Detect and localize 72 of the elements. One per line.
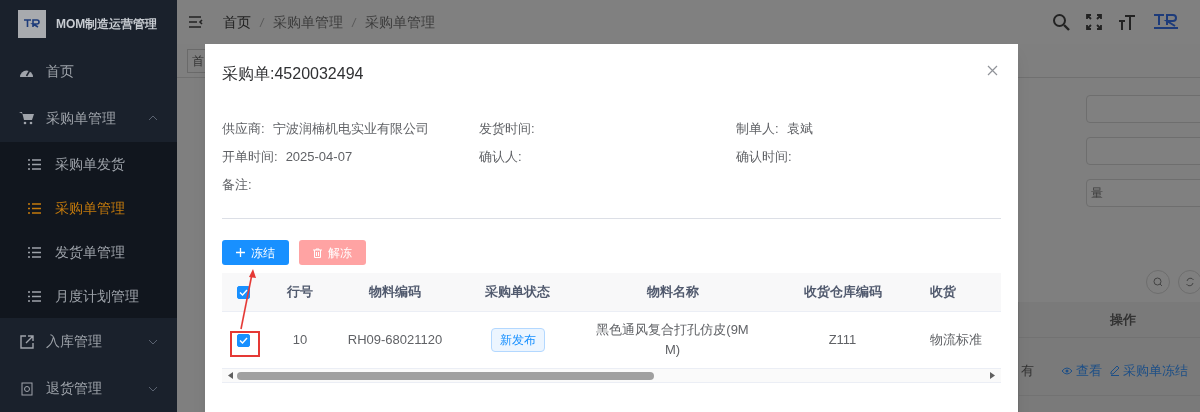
column-header: 采购单状态 [485, 284, 550, 300]
pencil-icon [1110, 365, 1120, 376]
list-icon [28, 290, 41, 302]
column-header: 操作 [1110, 311, 1136, 329]
field-label: 供应商: [222, 119, 265, 138]
annotation-highlight [230, 331, 260, 357]
breadcrumb-separator-icon [259, 16, 265, 28]
right-arrow-icon[interactable] [990, 372, 995, 379]
scrollbar-thumb[interactable] [237, 371, 654, 380]
table-cell-text: 10 [292, 331, 308, 350]
column-header: 收货仓库编码 [803, 284, 882, 300]
field-value: 宁波润楠机电实业有限公司 [272, 119, 429, 138]
field-value: 袁斌 [786, 119, 813, 138]
select-placeholder: 量 [1091, 185, 1103, 202]
annotation-arrow [239, 268, 257, 330]
sidebar-item[interactable]: 入库管理 [0, 318, 177, 365]
fullscreen-icon[interactable] [1086, 14, 1102, 30]
select-field[interactable]: 量 [1086, 179, 1200, 207]
column-header: 物料名称 [646, 284, 699, 300]
external-link-icon [19, 334, 34, 349]
table-cell-text: Z111 [828, 331, 857, 350]
search-icon[interactable] [1052, 13, 1070, 31]
table-cell-text: 黑色通风复合打孔仿皮(9MM) [595, 321, 750, 359]
list-icon [28, 158, 41, 170]
freeze-button[interactable]: 冻结 [222, 240, 289, 265]
column-header: 行号 [287, 284, 313, 300]
logo-mark-icon [23, 19, 41, 29]
chevron-down-icon [148, 385, 158, 392]
column-header: 物料编码 [369, 284, 421, 300]
user-avatar-logo[interactable] [1152, 13, 1180, 31]
cart-icon [19, 111, 34, 126]
status-tag: 新发布 [490, 328, 545, 352]
eye-icon [1061, 366, 1073, 375]
chevron-up-icon [148, 115, 158, 122]
app-title: MOM制造运营管理 [56, 16, 158, 33]
trash-icon [313, 247, 322, 258]
submenu-item[interactable]: 采购单管理 [0, 186, 177, 230]
submenu-item[interactable]: 月度计划管理 [0, 274, 177, 318]
table-cell-text: 物流标准 [930, 331, 982, 350]
close-icon[interactable] [987, 65, 998, 76]
chevron-down-icon [148, 338, 158, 345]
breadcrumb-link[interactable]: 采购单管理 [365, 11, 435, 33]
refresh-icon [1185, 277, 1195, 287]
field-label: 确认人: [479, 147, 522, 166]
breadcrumb-link[interactable]: 采购单管理 [273, 11, 343, 33]
submenu-item[interactable]: 发货单管理 [0, 230, 177, 274]
sidebar-item[interactable]: 首页 [0, 47, 177, 95]
menu-fold-icon[interactable] [189, 16, 203, 28]
field-label: 确认时间: [736, 147, 792, 166]
breadcrumb-separator-icon [351, 16, 357, 28]
checkbox[interactable] [237, 333, 250, 347]
plus-icon [236, 248, 245, 257]
table-cell-text: RH09-68021120 [347, 331, 443, 350]
field-value: 2025-04-07 [285, 147, 353, 166]
field-label: 发货时间: [479, 119, 535, 138]
breadcrumb-link[interactable]: 首页 [223, 11, 251, 33]
horizontal-scrollbar[interactable] [222, 369, 1001, 382]
list-icon [28, 202, 41, 214]
frame-icon [20, 381, 33, 396]
search-icon [1153, 277, 1163, 287]
list-icon [28, 246, 41, 258]
left-arrow-icon[interactable] [228, 372, 233, 379]
column-header: 收货 [930, 284, 956, 300]
field-label: 制单人: [736, 119, 779, 138]
dialog-title: 采购单:4520032494 [222, 64, 364, 84]
submenu-item[interactable]: 采购单发货 [0, 142, 177, 186]
field-label: 开单时间: [222, 147, 278, 166]
sidebar-item[interactable]: 采购单管理 [0, 95, 177, 142]
table-cell-text: 有 [1021, 361, 1035, 380]
sidebar-item[interactable]: 退货管理 [0, 365, 177, 412]
text-size-icon[interactable] [1118, 14, 1136, 30]
field-label: 备注: [222, 175, 252, 194]
